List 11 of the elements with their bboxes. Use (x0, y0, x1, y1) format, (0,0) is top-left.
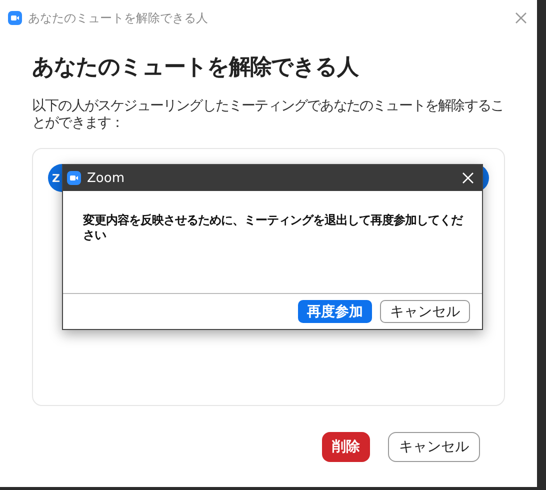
dialog-message: 変更内容を反映させるために、ミーティングを退出して再度参加してください (82, 212, 464, 244)
window-title: あなたのミュートを解除できる人 (28, 10, 209, 26)
description: 以下の人がスケジューリングしたミーティングであなたのミュートを解除することができます： (32, 98, 505, 132)
rejoin-button[interactable]: 再度参加 (298, 300, 372, 323)
cancel-button[interactable]: キャンセル (388, 432, 480, 462)
cancel-button[interactable]: キャンセル (380, 300, 470, 323)
zoom-logo-icon (8, 11, 22, 25)
delete-button[interactable]: 削除 (322, 432, 370, 462)
zoom-logo-icon (67, 171, 81, 185)
dialog-title: Zoom (87, 170, 126, 186)
heading: あなたのミュートを解除できる人 (32, 54, 360, 82)
